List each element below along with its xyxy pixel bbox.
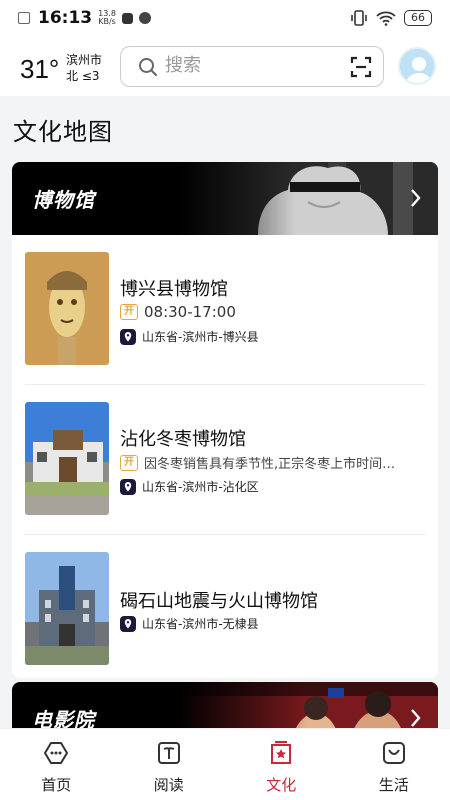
nav-culture-label: 文化 bbox=[266, 776, 297, 794]
address: 山东省-滨州市-沾化区 bbox=[120, 478, 259, 495]
place-name: 碣石山地震与火山博物馆 bbox=[120, 591, 318, 612]
clock: 16:13 bbox=[38, 8, 93, 28]
museum-banner[interactable]: 博物馆 bbox=[12, 162, 438, 235]
bottom-nav: 首页 阅读 文化 生活 bbox=[0, 728, 450, 800]
nav-life[interactable]: 生活 bbox=[338, 729, 450, 800]
address-text: 山东省-滨州市-博兴县 bbox=[142, 330, 259, 344]
chevron-right-icon[interactable] bbox=[410, 187, 422, 209]
location-pin-icon bbox=[120, 478, 136, 495]
culture-icon bbox=[271, 741, 292, 764]
place-name: 博兴县博物馆 bbox=[120, 279, 228, 300]
search-bar[interactable] bbox=[120, 46, 384, 87]
city-name: 滨州市 bbox=[66, 53, 103, 67]
app-notification-icon bbox=[138, 12, 151, 24]
wind-level: 北 ≤3 bbox=[66, 69, 100, 83]
nav-home-label: 首页 bbox=[41, 776, 72, 794]
vibrate-icon bbox=[351, 10, 367, 26]
nav-culture[interactable]: 文化 bbox=[225, 729, 338, 800]
weather-location[interactable]: 滨州市 北 ≤3 bbox=[66, 52, 102, 84]
home-icon bbox=[44, 742, 69, 764]
place-item[interactable]: 博兴县博物馆 开 08:30-17:00 山东省-滨州市-博兴县 bbox=[12, 235, 438, 385]
museum-category-card: 博物馆 博兴县博物馆 开 08:30-17:00 山东省-滨州市-博兴县 沾化冬… bbox=[12, 162, 438, 678]
nav-home[interactable]: 首页 bbox=[0, 729, 113, 800]
status-bar: 16:13 13.8 KB/s 66 bbox=[0, 0, 450, 36]
place-thumbnail bbox=[25, 402, 109, 515]
location-pin-icon bbox=[120, 328, 136, 345]
nav-reading[interactable]: 阅读 bbox=[113, 729, 226, 800]
location-pin-icon bbox=[120, 615, 136, 632]
network-speed: 13.8 KB/s bbox=[98, 9, 116, 26]
hours-text: 08:30-17:00 bbox=[144, 303, 236, 321]
nav-reading-label: 阅读 bbox=[153, 776, 184, 794]
nav-life-label: 生活 bbox=[378, 776, 409, 794]
address-text: 山东省-滨州市-沾化区 bbox=[142, 480, 259, 494]
place-thumbnail bbox=[25, 552, 109, 665]
place-item[interactable]: 碣石山地震与火山博物馆 山东省-滨州市-无棣县 bbox=[12, 535, 438, 678]
wifi-icon bbox=[376, 11, 396, 26]
scan-icon[interactable] bbox=[350, 56, 372, 78]
address-text: 山东省-滨州市-无棣县 bbox=[142, 617, 259, 631]
battery-indicator: 66 bbox=[404, 10, 432, 26]
place-item[interactable]: 沾化冬枣博物馆 开 因冬枣销售具有季节性,正宗冬枣上市时间… 山东省-滨州市-沾… bbox=[12, 385, 438, 535]
sim-icon bbox=[18, 12, 30, 24]
opening-hours: 开 因冬枣销售具有季节性,正宗冬枣上市时间… bbox=[120, 453, 434, 472]
page-title: 文化地图 bbox=[13, 118, 113, 146]
top-header: 31° 滨州市 北 ≤3 bbox=[0, 36, 450, 96]
notification-icon bbox=[121, 12, 133, 24]
chevron-right-icon[interactable] bbox=[410, 707, 422, 729]
address: 山东省-滨州市-博兴县 bbox=[120, 328, 259, 345]
place-thumbnail bbox=[25, 252, 109, 365]
category-title: 博物馆 bbox=[32, 188, 95, 212]
avatar[interactable] bbox=[398, 47, 436, 85]
open-badge: 开 bbox=[120, 304, 138, 320]
temperature: 31° bbox=[20, 54, 60, 84]
bag-icon bbox=[382, 742, 405, 764]
search-icon bbox=[139, 58, 157, 76]
search-input[interactable] bbox=[165, 55, 335, 76]
statue-banner-image bbox=[178, 162, 438, 235]
opening-hours: 开 08:30-17:00 bbox=[120, 303, 236, 321]
address: 山东省-滨州市-无棣县 bbox=[120, 615, 259, 632]
hours-text: 因冬枣销售具有季节性,正宗冬枣上市时间… bbox=[144, 457, 396, 472]
open-badge: 开 bbox=[120, 454, 138, 471]
user-icon bbox=[405, 57, 433, 83]
book-icon bbox=[157, 742, 180, 764]
place-name: 沾化冬枣博物馆 bbox=[120, 429, 246, 450]
